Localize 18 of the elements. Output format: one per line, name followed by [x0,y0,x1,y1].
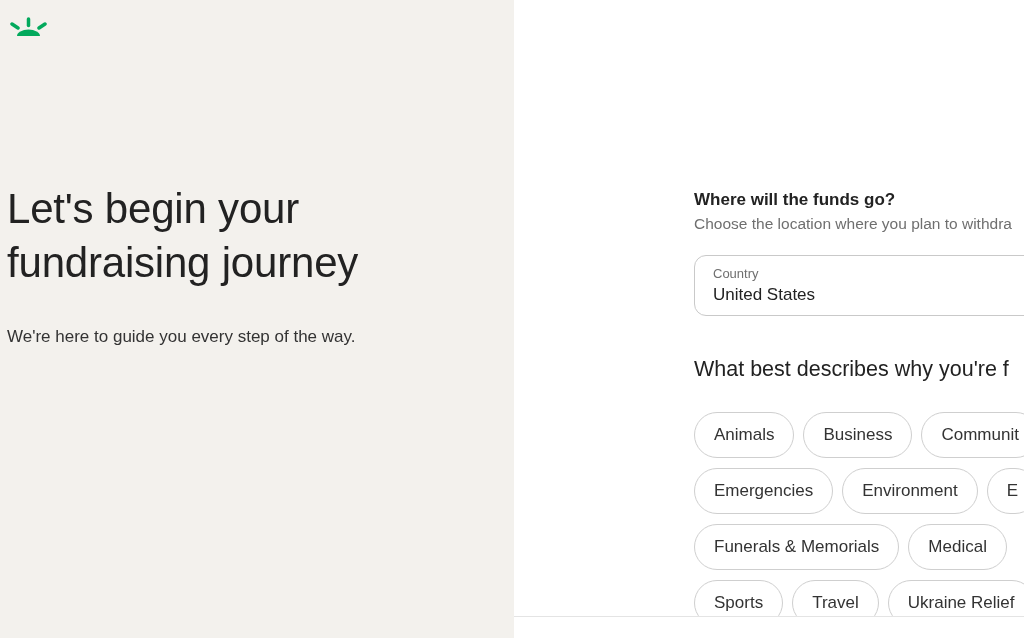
category-option[interactable]: Funerals & Memorials [694,524,900,570]
category-option[interactable]: Sports [694,580,784,616]
question-title: What best describes why you're f [694,356,1010,383]
section-title: Where will the funds go? [694,189,897,211]
page-heading: Let's begin your fundraising journey [7,184,360,288]
category-option[interactable]: Environment [842,468,978,514]
category-option[interactable]: Travel [792,580,879,616]
sunrise-logo-icon [10,16,47,36]
category-option[interactable]: Communit [921,412,1024,458]
category-option[interactable]: Animals [694,412,795,458]
section-hint: Choose the location where you plan to withdra [694,214,1013,234]
country-select[interactable]: Country United States [694,255,1024,316]
category-option[interactable]: E [986,468,1024,514]
intro-text: We're here to guide you every step of the way. [7,326,357,348]
category-option[interactable]: Business [803,412,913,458]
category-option[interactable]: Ukraine Relief [887,580,1024,616]
category-option[interactable]: Medical [908,524,1007,570]
category-option[interactable]: Emergencies [694,468,834,514]
